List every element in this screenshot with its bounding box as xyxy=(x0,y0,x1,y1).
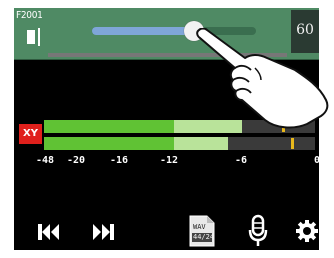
scale-label: -12 xyxy=(160,155,179,166)
scale-label: -16 xyxy=(110,155,129,166)
meter-level-highlight xyxy=(174,137,228,150)
file-name: F2001 xyxy=(16,10,43,21)
playback-slider-fill xyxy=(92,27,194,35)
skip-back-icon[interactable] xyxy=(36,221,62,243)
scale-label: -6 xyxy=(235,155,248,166)
wav-document-icon xyxy=(189,215,215,247)
wav-rate-label: 44/24 xyxy=(193,233,215,241)
wav-format-icon[interactable]: WAV 44/24 xyxy=(187,214,217,248)
meter-peak-indicator xyxy=(291,138,294,149)
scale-label: -48 xyxy=(36,155,55,166)
scale-label: -20 xyxy=(67,155,86,166)
mic-mode-badge[interactable]: XY xyxy=(19,124,42,144)
stop-icon[interactable] xyxy=(27,28,41,46)
settings-gear-icon[interactable] xyxy=(295,219,319,243)
level-meter-right xyxy=(44,137,315,150)
microphone-icon[interactable] xyxy=(247,214,269,248)
meter-level-fill xyxy=(44,120,174,133)
meter-level-fill xyxy=(44,137,174,150)
scale-label: 0 xyxy=(314,155,319,166)
hand-pointer-icon xyxy=(196,28,329,129)
skip-forward-icon[interactable] xyxy=(90,221,116,243)
wav-type-label: WAV xyxy=(193,223,206,231)
